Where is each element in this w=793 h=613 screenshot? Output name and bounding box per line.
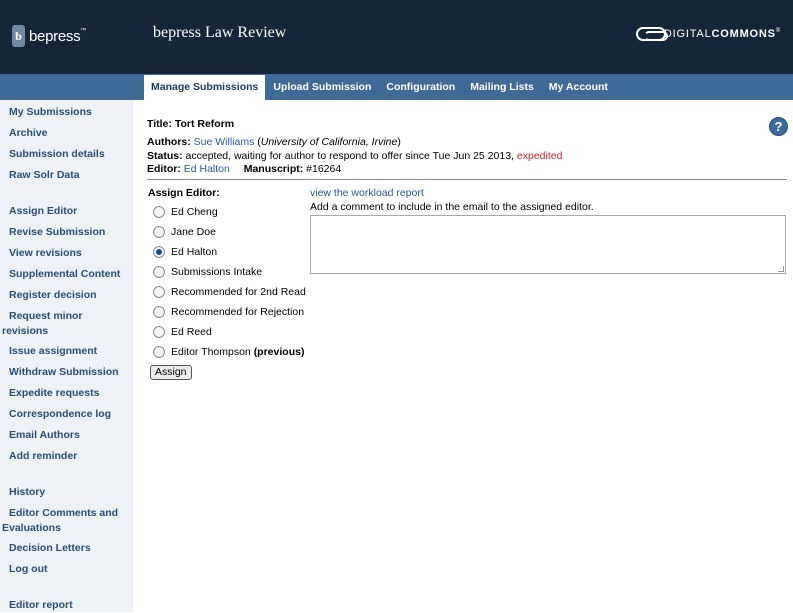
section-divider: [147, 179, 787, 180]
sidebar-item-assign-editor[interactable]: Assign Editor: [0, 204, 133, 219]
sidebar-item-email-authors[interactable]: Email Authors: [0, 428, 133, 443]
sidebar-item-add-reminder[interactable]: Add reminder: [0, 449, 133, 464]
sidebar-item-register-decision[interactable]: Register decision: [0, 288, 133, 303]
editor-option-2nd-read[interactable]: Recommended for 2nd Read: [153, 286, 306, 298]
submission-title-row: Title: Tort Reform: [147, 118, 235, 130]
sidebar-item-editor-report[interactable]: Editor report: [0, 598, 133, 613]
author-link[interactable]: Sue Williams: [194, 136, 255, 148]
submission-title: Tort Reform: [174, 118, 235, 130]
assign-editor-heading: Assign Editor:: [148, 187, 220, 199]
sidebar-item-request-minor-revisions[interactable]: Request minor revisions: [0, 309, 90, 339]
digital-commons-logo: DIGITALCOMMONS®: [635, 27, 781, 41]
radio-button[interactable]: [153, 266, 165, 278]
previous-marker: (previous): [253, 346, 305, 358]
sidebar-item-issue-assignment[interactable]: Issue assignment: [0, 344, 133, 359]
tab-mailing-lists[interactable]: Mailing Lists: [463, 74, 541, 100]
bepress-logo-icon: b: [12, 25, 25, 47]
radio-button[interactable]: [153, 226, 165, 238]
tab-upload-submission[interactable]: Upload Submission: [266, 74, 378, 100]
editor-option-submissions-intake[interactable]: Submissions Intake: [153, 266, 262, 278]
expedited-flag: expedited: [516, 150, 563, 162]
radio-button[interactable]: [153, 286, 165, 298]
radio-button-selected[interactable]: [153, 246, 165, 258]
digital-commons-mark-icon: [635, 27, 668, 41]
sidebar-item-history[interactable]: History: [0, 485, 133, 500]
comment-prompt: Add a comment to include in the email to…: [310, 201, 594, 213]
author-affiliation: University of California, Irvine: [260, 136, 398, 148]
sidebar-item-correspondence-log[interactable]: Correspondence log: [0, 407, 133, 422]
tab-manage-submissions[interactable]: Manage Submissions: [144, 75, 266, 100]
sidebar-item-supplemental-content[interactable]: Supplemental Content: [0, 267, 133, 282]
sidebar-item-submission-details[interactable]: Submission details: [0, 147, 133, 162]
sidebar-item-editor-comments[interactable]: Editor Comments and Evaluations: [0, 506, 120, 536]
help-icon[interactable]: ?: [769, 117, 788, 136]
editor-option-ed-reed[interactable]: Ed Reed: [153, 326, 212, 338]
radio-button[interactable]: [153, 306, 165, 318]
sidebar-item-my-submissions[interactable]: My Submissions: [0, 105, 133, 120]
bepress-logo-text: bepress™: [29, 27, 86, 45]
submission-editor-row: Editor: Ed Halton Manuscript: #16264: [147, 163, 342, 175]
radio-button[interactable]: [153, 206, 165, 218]
sidebar-item-view-revisions[interactable]: View revisions: [0, 246, 133, 261]
sidebar-item-withdraw-submission[interactable]: Withdraw Submission: [0, 365, 133, 380]
submission-status-row: Status: accepted, waiting for author to …: [147, 150, 563, 162]
site-header: b bepress™ bepress Law Review DIGITALCOM…: [0, 0, 793, 74]
manuscript-number: #16264: [306, 163, 342, 175]
bepress-logo[interactable]: b bepress™: [12, 24, 86, 48]
main-nav: Manage Submissions Upload Submission Con…: [0, 74, 793, 100]
submission-authors-row: Authors: Sue Williams (University of Cal…: [147, 136, 401, 148]
comment-textarea[interactable]: [310, 215, 786, 274]
editor-option-rejection[interactable]: Recommended for Rejection: [153, 306, 304, 318]
editor-link[interactable]: Ed Halton: [184, 163, 230, 175]
editor-option-editor-thompson[interactable]: Editor Thompson (previous): [153, 346, 304, 358]
editor-option-jane-doe[interactable]: Jane Doe: [153, 226, 216, 238]
radio-button[interactable]: [153, 326, 165, 338]
radio-button[interactable]: [153, 346, 165, 358]
sidebar-item-expedite-requests[interactable]: Expedite requests: [0, 386, 133, 401]
editor-option-ed-cheng[interactable]: Ed Cheng: [153, 206, 218, 218]
editor-option-ed-halton[interactable]: Ed Halton: [153, 246, 217, 258]
sidebar-item-raw-solr-data[interactable]: Raw Solr Data: [0, 168, 133, 183]
status-text: accepted, waiting for author to respond …: [185, 150, 514, 162]
tab-configuration[interactable]: Configuration: [379, 74, 462, 100]
assign-button[interactable]: Assign: [150, 365, 192, 380]
tab-my-account[interactable]: My Account: [542, 74, 615, 100]
workload-report-link[interactable]: view the workload report: [310, 187, 424, 199]
sidebar-item-revise-submission[interactable]: Revise Submission: [0, 225, 133, 240]
sidebar-item-log-out[interactable]: Log out: [0, 562, 133, 577]
site-title: bepress Law Review: [153, 24, 287, 41]
resize-grip-icon[interactable]: [778, 266, 784, 272]
sidebar-item-archive[interactable]: Archive: [0, 126, 133, 141]
sidebar-item-decision-letters[interactable]: Decision Letters: [0, 541, 133, 556]
